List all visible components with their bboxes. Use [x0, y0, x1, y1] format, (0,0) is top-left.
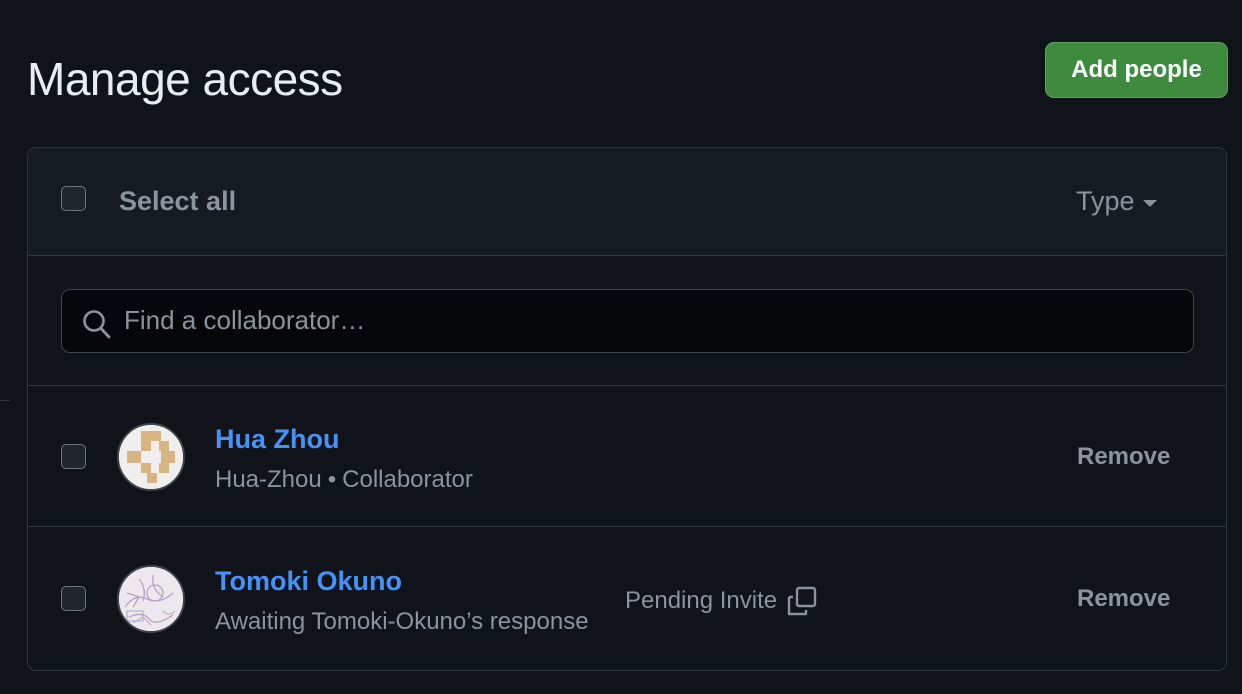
remove-button[interactable]: Remove — [1077, 443, 1170, 471]
pending-invite-label: Pending Invite — [625, 587, 778, 614]
member-checkbox[interactable] — [61, 444, 86, 469]
search-icon — [83, 310, 111, 339]
member-role: Collaborator — [342, 466, 473, 493]
select-all-label: Select all — [119, 186, 237, 216]
manage-access-page: Manage access Add people Select all Type — [0, 0, 1242, 694]
member-checkbox[interactable] — [61, 586, 86, 611]
type-filter-dropdown[interactable]: Type — [1076, 186, 1157, 217]
member-name-link[interactable]: Tomoki Okuno — [215, 566, 402, 597]
add-people-button[interactable]: Add people — [1045, 42, 1228, 98]
member-subtitle: Awaiting Tomoki-Okuno’s response — [215, 608, 589, 635]
separator-dot: • — [327, 466, 337, 493]
search-box — [61, 289, 1194, 353]
member-username: Hua-Zhou — [215, 466, 322, 493]
member-name-link[interactable]: Hua Zhou — [215, 424, 339, 455]
member-subtitle: Hua-Zhou • Collaborator — [215, 466, 473, 494]
copy-icon[interactable] — [785, 584, 819, 618]
identicon-avatar — [119, 425, 183, 489]
search-row — [28, 256, 1226, 386]
avatar[interactable] — [117, 565, 185, 633]
type-filter-label: Type — [1076, 186, 1135, 216]
pending-invite-status: Pending Invite — [625, 584, 819, 618]
sketch-avatar — [119, 567, 183, 631]
caret-down-icon — [1142, 199, 1157, 207]
search-input[interactable] — [124, 290, 1184, 351]
member-row: Hua Zhou Hua-Zhou • Collaborator Remove — [28, 386, 1226, 527]
collaborators-panel: Select all Type Find a collaborator… Hua… — [27, 147, 1227, 671]
avatar[interactable] — [117, 423, 185, 491]
remove-button[interactable]: Remove — [1077, 585, 1170, 613]
divider — [0, 400, 10, 401]
page-title: Manage access — [27, 53, 343, 105]
select-all-checkbox[interactable] — [61, 186, 86, 211]
panel-header: Select all Type — [28, 148, 1226, 256]
member-row: Tomoki Okuno Awaiting Tomoki-Okuno’s res… — [28, 528, 1226, 669]
